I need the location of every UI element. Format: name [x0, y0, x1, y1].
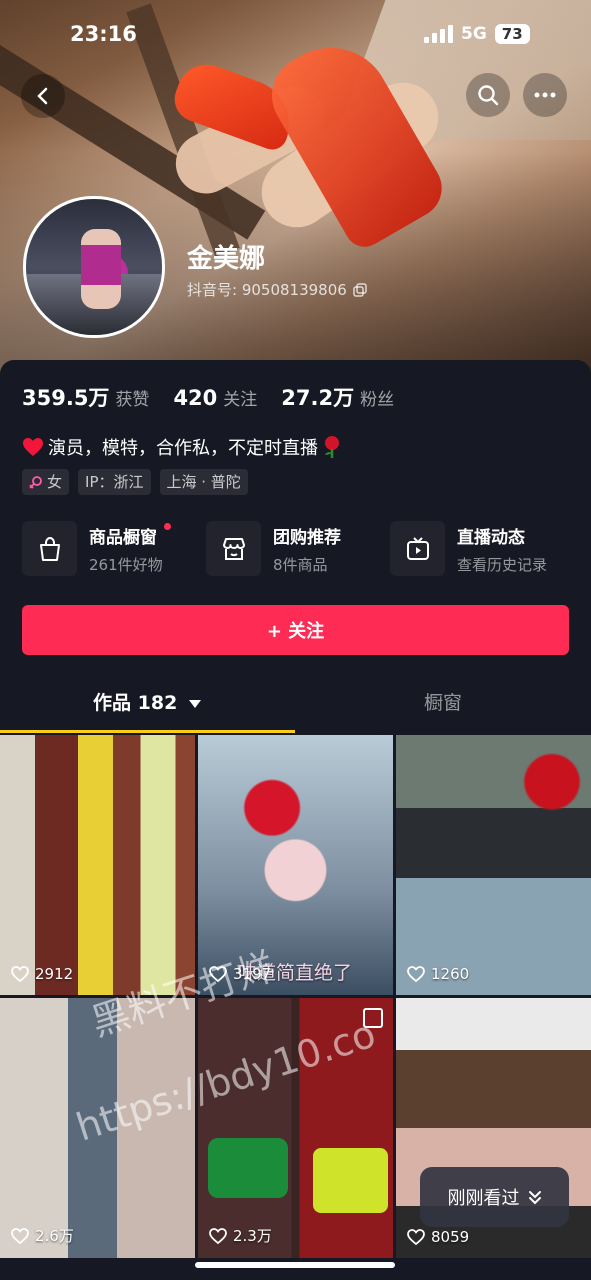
profile-tags: 女 IP：浙江 上海 · 普陀 — [22, 469, 248, 495]
heart-outline-icon — [407, 1229, 425, 1245]
stat-likes[interactable]: 359.5万 获赞 — [22, 382, 149, 412]
bag-icon — [39, 536, 60, 561]
video-thumbnail[interactable]: 1260 — [396, 735, 591, 995]
network-type: 5G — [461, 24, 487, 44]
copy-icon — [353, 282, 367, 297]
feature-row: 商品橱窗 261件好物 团购推荐 8件商品 直播动态 查看历史记录 — [22, 521, 572, 576]
avatar[interactable] — [23, 196, 165, 338]
douyin-id[interactable]: 抖音号: 90508139806 — [187, 279, 367, 300]
heart-outline-icon — [209, 1227, 227, 1244]
rose-emoji-icon — [325, 436, 339, 458]
heart-outline-icon — [11, 966, 29, 982]
notification-dot — [163, 522, 171, 530]
heart-outline-icon — [407, 966, 425, 982]
feature-live[interactable]: 直播动态 查看历史记录 — [390, 521, 572, 576]
chevron-left-icon — [37, 87, 48, 105]
feature-subtitle: 查看历史记录 — [457, 555, 548, 574]
video-likes: 8059 — [431, 1228, 470, 1246]
feature-title: 直播动态 — [457, 527, 525, 548]
recently-viewed-button[interactable]: 刚刚看过 — [420, 1167, 569, 1227]
tab-indicator — [0, 730, 295, 733]
store-icon — [222, 537, 245, 560]
home-indicator — [195, 1262, 395, 1268]
signal-icon — [424, 25, 453, 43]
gender-tag: 女 — [22, 469, 70, 495]
caret-down-icon — [188, 700, 201, 708]
status-indicators: 5G 73 — [424, 24, 530, 44]
stat-followers[interactable]: 27.2万 粉丝 — [281, 382, 394, 412]
back-button[interactable] — [21, 74, 65, 118]
feature-group-buy[interactable]: 团购推荐 8件商品 — [206, 521, 388, 576]
location-tag[interactable]: 上海 · 普陀 — [159, 469, 248, 495]
search-icon — [478, 85, 499, 106]
more-icon — [534, 92, 556, 98]
status-time: 23:16 — [70, 22, 137, 46]
double-chevron-down-icon — [528, 1191, 541, 1205]
ip-tag: IP：浙江 — [78, 469, 151, 495]
feature-subtitle: 261件好物 — [89, 555, 163, 574]
content-tabs: 作品 182 橱窗 — [0, 688, 591, 734]
bio-text: 演员，模特，合作私，不定时直播 — [48, 438, 318, 459]
video-likes: 2.3万 — [233, 1227, 272, 1245]
profile-name: 金美娜 — [187, 244, 266, 274]
tv-icon — [406, 536, 429, 560]
profile-stats: 359.5万 获赞 420 关注 27.2万 粉丝 — [22, 382, 394, 412]
more-button[interactable] — [523, 73, 567, 117]
bio: 演员，模特，合作私，不定时直播 — [22, 434, 342, 460]
stat-following[interactable]: 420 关注 — [173, 385, 257, 410]
video-likes: 1260 — [431, 965, 470, 983]
feature-title: 团购推荐 — [273, 527, 341, 548]
video-thumbnail[interactable]: 2912 — [0, 735, 195, 995]
douyin-id-text: 抖音号: 90508139806 — [187, 281, 347, 299]
female-icon — [29, 476, 42, 489]
battery-icon: 73 — [494, 24, 530, 44]
heart-emoji-icon — [23, 438, 43, 456]
feature-shop-window[interactable]: 商品橱窗 261件好物 — [22, 521, 204, 576]
search-button[interactable] — [466, 73, 510, 117]
heart-outline-icon — [11, 1227, 29, 1244]
feature-subtitle: 8件商品 — [273, 555, 328, 574]
feature-title: 商品橱窗 — [89, 527, 157, 548]
tab-shop-window[interactable]: 橱窗 — [295, 688, 591, 715]
follow-button[interactable]: + 关注 — [22, 605, 569, 655]
video-likes: 2.6万 — [35, 1227, 74, 1245]
video-likes: 2912 — [35, 965, 74, 983]
tab-works[interactable]: 作品 182 — [0, 688, 295, 715]
